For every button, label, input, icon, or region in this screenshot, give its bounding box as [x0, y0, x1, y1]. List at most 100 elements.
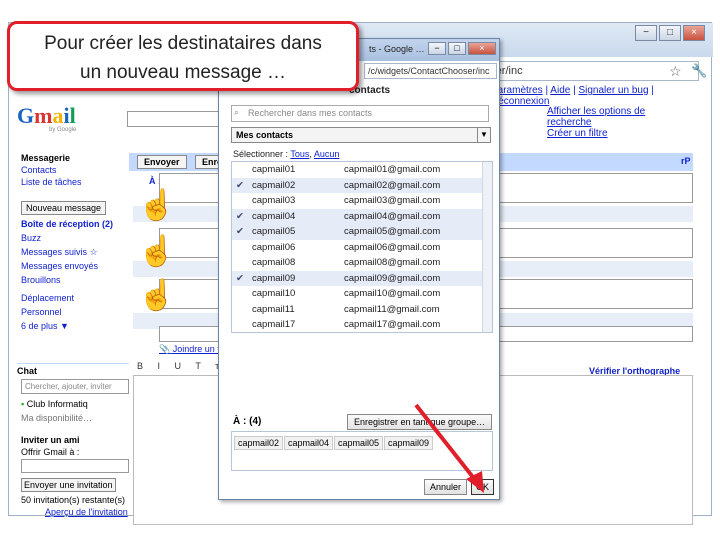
window-controls: − □ ×	[635, 25, 705, 41]
select-all-link[interactable]: Tous	[290, 149, 309, 159]
contact-email: capmail11@gmail.com	[344, 303, 440, 315]
chat-search-input[interactable]: Chercher, ajouter, inviter	[21, 379, 129, 394]
contact-name: capmail02	[252, 179, 296, 191]
contact-name: capmail06	[252, 241, 296, 253]
gmail-logo: Gmail	[17, 103, 76, 128]
search-options: Afficher les options de recherche Créer …	[547, 106, 667, 139]
popup-minimize-button[interactable]: −	[428, 42, 446, 55]
nav-inbox[interactable]: Boîte de réception (2)	[21, 219, 113, 229]
contact-row[interactable]: capmail17 capmail17@gmail.com	[232, 317, 482, 332]
contact-row[interactable]: capmail11 capmail11@gmail.com	[232, 302, 482, 318]
compose-button[interactable]: Nouveau message	[21, 201, 107, 215]
checkmark-icon[interactable]: ✔	[236, 178, 244, 194]
checkmark-icon[interactable]: ✔	[236, 209, 244, 225]
recipient-chip[interactable]: capmail04	[284, 436, 334, 450]
chat-heading: Chat	[17, 363, 129, 376]
recipient-chip[interactable]: capmail05	[334, 436, 384, 450]
attach-file-link[interactable]: 📎 Joindre un fic	[159, 344, 226, 355]
pointing-hand-icon: ☝	[138, 189, 176, 222]
popup-window-controls: − □ ×	[428, 42, 496, 55]
send-button[interactable]: Envoyer	[137, 155, 187, 169]
top-links: Paramètres | Aide | Signaler un bug | Dé…	[491, 85, 654, 107]
contact-row[interactable]: ✔ capmail04 capmail04@gmail.com	[232, 208, 482, 225]
checkmark-icon[interactable]: ✔	[236, 271, 244, 287]
contact-email: capmail17@gmail.com	[344, 319, 441, 330]
wrench-icon[interactable]: 🔧	[691, 63, 707, 79]
contact-email: capmail10@gmail.com	[344, 288, 441, 299]
contact-name: capmail17	[252, 319, 296, 330]
contact-row[interactable]: capmail01 capmail01@gmail.com	[232, 162, 482, 178]
send-invite-button[interactable]: Envoyer une invitation	[21, 478, 116, 492]
maximize-button[interactable]: □	[659, 25, 681, 41]
contact-group-select[interactable]: Mes contacts	[231, 127, 491, 143]
nav-drafts[interactable]: Brouillons	[21, 275, 61, 285]
invite-email-input[interactable]	[21, 459, 129, 473]
pointing-hand-icon: ☝	[138, 235, 176, 268]
callout-line-2: un nouveau message …	[80, 62, 286, 83]
contact-email: capmail01@gmail.com	[344, 164, 441, 175]
contact-row[interactable]: ✔ capmail02 capmail02@gmail.com	[232, 177, 482, 194]
nav-sent[interactable]: Messages envoyés	[21, 261, 98, 271]
create-filter-link[interactable]: Créer un filtre	[547, 128, 667, 139]
nav-starred[interactable]: Messages suivis ☆	[21, 247, 98, 258]
select-none-link[interactable]: Aucun	[314, 149, 340, 159]
nav-messagerie[interactable]: Messagerie	[21, 153, 70, 163]
nav-contacts[interactable]: Contacts	[21, 165, 57, 175]
contact-email: capmail02@gmail.com	[344, 179, 441, 191]
contact-email: capmail08@gmail.com	[344, 257, 441, 268]
contact-name: capmail11	[252, 303, 295, 315]
nav-label-deplacement[interactable]: Déplacement	[21, 293, 74, 303]
invite-preview-link[interactable]: Aperçu de l'invitation	[45, 507, 128, 517]
contact-email: capmail06@gmail.com	[344, 241, 441, 253]
chevron-down-icon[interactable]: ▼	[477, 128, 490, 142]
contact-name: capmail09	[252, 272, 296, 284]
nav-more[interactable]: 6 de plus ▼	[21, 321, 69, 331]
report-bug-link[interactable]: Signaler un bug	[578, 85, 648, 96]
nav-buzz[interactable]: Buzz	[21, 233, 41, 243]
contact-row[interactable]: capmail06 capmail06@gmail.com	[232, 240, 482, 256]
minimize-button[interactable]: −	[635, 25, 657, 41]
contact-name: capmail01	[252, 164, 296, 175]
popup-address-bar[interactable]: /c/widgets/ContactChooser/inc	[364, 63, 497, 79]
help-link[interactable]: Aide	[550, 85, 570, 96]
invite-heading: Inviter un ami	[21, 435, 80, 445]
paperclip-icon: 📎	[159, 344, 171, 354]
select-links: Sélectionner : Tous, Aucun	[233, 149, 340, 159]
search-options-link-2[interactable]: recherche	[547, 117, 667, 128]
search-icon: ⌕	[234, 107, 240, 117]
contact-row[interactable]: ✔ capmail05 capmail05@gmail.com	[232, 224, 482, 240]
popup-maximize-button[interactable]: □	[448, 42, 466, 55]
mail-search-input[interactable]	[127, 111, 227, 127]
pointing-hand-icon: ☝	[138, 279, 176, 312]
contact-name: capmail03	[252, 195, 296, 206]
popup-close-button[interactable]: ×	[468, 42, 496, 55]
contact-row[interactable]: capmail03 capmail03@gmail.com	[232, 193, 482, 209]
contact-email: capmail09@gmail.com	[344, 272, 441, 284]
popup-title: ts - Google …	[369, 44, 425, 54]
contact-search-input[interactable]: Rechercher dans mes contacts	[231, 105, 489, 122]
contact-name: capmail05	[252, 226, 296, 237]
contact-row[interactable]: capmail08 capmail08@gmail.com	[232, 255, 482, 271]
list-scrollbar[interactable]	[482, 162, 492, 332]
search-options-link[interactable]: Afficher les options de	[547, 106, 667, 117]
contact-list: capmail01 capmail01@gmail.com ✔ capmail02 ca…	[231, 161, 493, 333]
nav-tasks[interactable]: Liste de tâches	[21, 177, 82, 187]
compose-corner-label: rP	[681, 156, 691, 166]
invite-offer-label: Offrir Gmail à :	[21, 447, 80, 457]
nav-label-personnel[interactable]: Personnel	[21, 307, 62, 317]
chat-status-message[interactable]: Ma disponibilité…	[21, 413, 92, 423]
contact-name: capmail04	[252, 210, 296, 222]
contact-name: capmail08	[252, 257, 296, 268]
red-arrow-icon	[414, 403, 484, 493]
close-window-button[interactable]: ×	[683, 25, 705, 41]
bookmark-star-icon[interactable]: ☆	[669, 63, 682, 80]
contact-name: capmail10	[252, 288, 296, 299]
contact-row[interactable]: ✔ capmail09 capmail09@gmail.com	[232, 270, 482, 287]
recipient-chip[interactable]: capmail02	[234, 436, 284, 450]
checkmark-icon[interactable]: ✔	[236, 224, 244, 240]
selected-count-label: À : (4)	[233, 416, 262, 427]
invites-remaining: 50 invitation(s) restante(s)	[21, 495, 126, 505]
contact-row[interactable]: capmail10 capmail10@gmail.com	[232, 286, 482, 302]
chat-status-name[interactable]: ▪ Club Informatiq	[21, 399, 88, 409]
contact-email: capmail05@gmail.com	[344, 226, 441, 237]
